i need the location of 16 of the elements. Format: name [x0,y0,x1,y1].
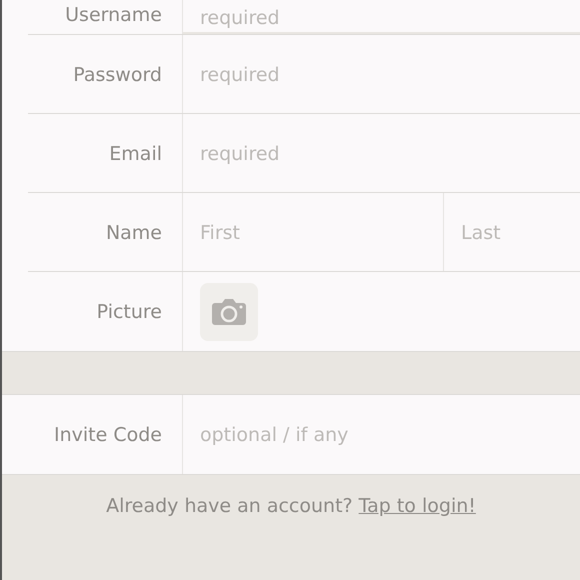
text-field[interactable]: Last [443,193,580,272]
field-label: Picture [96,300,162,322]
field-label: Email [109,142,162,164]
text-field[interactable]: optional / if any [183,395,580,474]
text-field[interactable]: required [183,35,580,114]
text-field[interactable]: required [183,114,580,193]
field-label: Password [73,64,162,86]
login-prompt: Already have an account? Tap to login! [105,495,477,517]
login-link[interactable]: Tap to login! [358,495,476,517]
text-field[interactable]: First [183,193,443,272]
camera-icon [211,298,247,326]
add-picture-button[interactable] [200,282,258,340]
field-label: Invite Code [54,424,162,446]
field-label: Name [106,222,162,244]
field-label: Username [65,4,162,26]
text-field[interactable]: required [183,0,580,32]
